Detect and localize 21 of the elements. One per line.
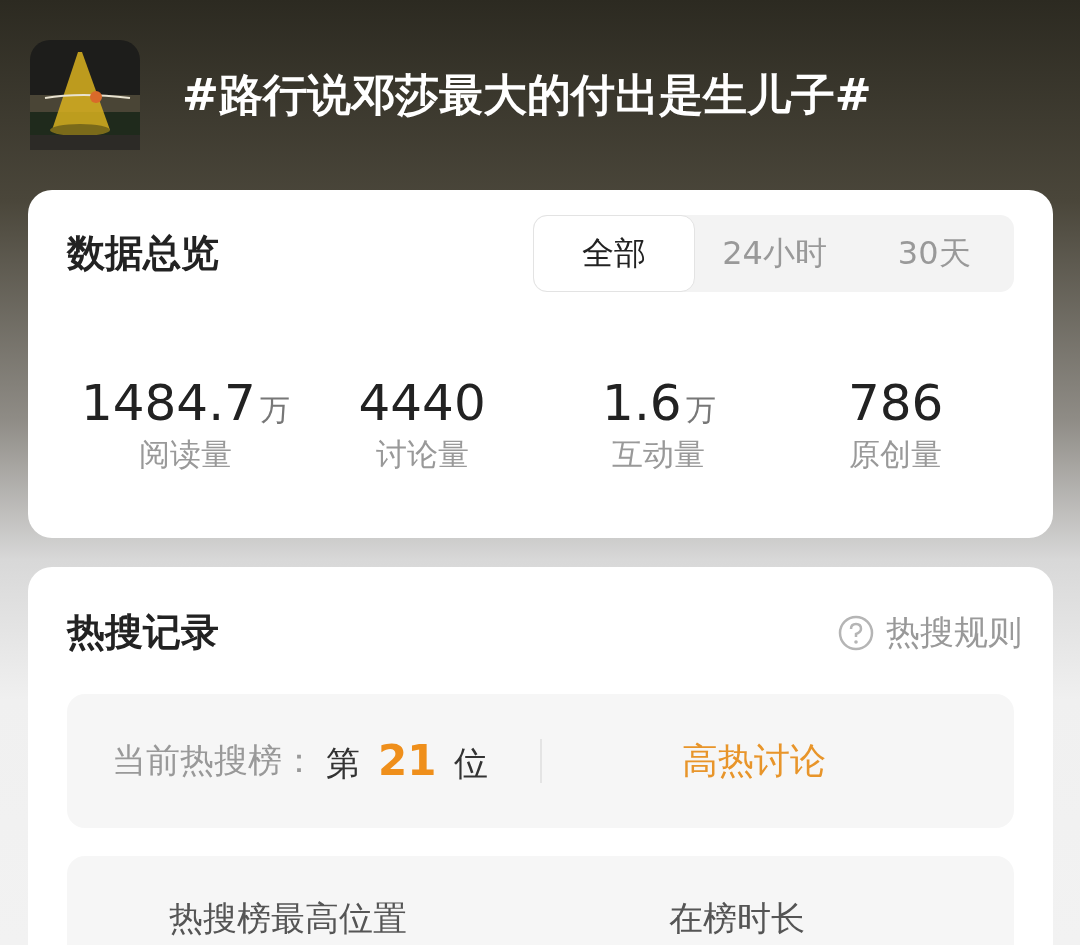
- heat-tag: 高热讨论: [682, 736, 826, 786]
- stat-value: 1484.7 万: [80, 374, 290, 432]
- stat-label: 互动量: [612, 435, 706, 474]
- record-label: 在榜时长: [669, 898, 805, 940]
- record-label: 热搜榜最高位置: [169, 898, 407, 940]
- range-tab[interactable]: 24小时: [694, 215, 855, 292]
- help-icon: [838, 614, 874, 651]
- range-tab[interactable]: 30天: [854, 215, 1014, 292]
- stat-value: 786: [847, 374, 944, 432]
- rank-text: 第 21 位: [326, 735, 489, 787]
- stat-label: 原创量: [849, 435, 943, 474]
- stat-label: 阅读量: [138, 435, 232, 474]
- stat-value: 1.6 万: [602, 374, 716, 432]
- rules-link[interactable]: 热搜规则: [838, 609, 1022, 656]
- section-title: 数据总览: [67, 230, 219, 277]
- stat-value: 4440: [358, 374, 486, 432]
- section-title: 热搜记录: [67, 609, 219, 656]
- rank-label: 当前热搜榜：: [112, 739, 316, 782]
- range-tab[interactable]: 全部: [533, 215, 695, 292]
- topic-title: #路行说邓莎最大的付出是生儿子#: [182, 67, 872, 122]
- stat-label: 讨论量: [375, 435, 469, 474]
